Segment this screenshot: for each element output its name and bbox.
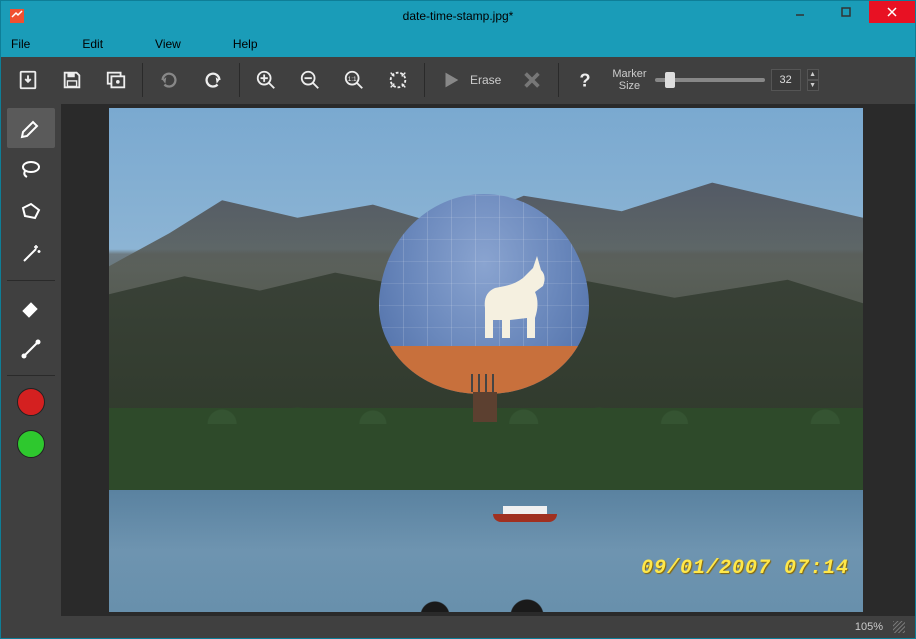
minimize-icon xyxy=(794,6,806,18)
svg-text:?: ? xyxy=(580,70,591,91)
svg-text:1:1: 1:1 xyxy=(348,76,357,83)
slider-thumb[interactable] xyxy=(665,72,675,88)
marker-size-control: Marker Size ▲ ▼ xyxy=(612,68,818,92)
separator xyxy=(239,63,240,97)
maximize-icon xyxy=(840,6,852,18)
color-green-button[interactable] xyxy=(7,424,55,464)
close-icon xyxy=(886,6,898,18)
marker-size-label: Marker Size xyxy=(612,68,646,92)
marker-size-slider[interactable] xyxy=(655,78,765,82)
zoom-actual-icon: 1:1 xyxy=(343,69,365,91)
menu-file[interactable]: File xyxy=(11,37,30,51)
marker-tool-button[interactable] xyxy=(7,108,55,148)
minimize-button[interactable] xyxy=(777,1,823,23)
save-button[interactable] xyxy=(51,59,93,101)
lasso-icon xyxy=(19,158,43,182)
window-controls xyxy=(777,1,915,31)
help-button[interactable]: ? xyxy=(564,59,606,101)
marker-icon xyxy=(19,116,43,140)
zoom-level: 105% xyxy=(855,621,883,633)
menu-edit[interactable]: Edit xyxy=(82,37,103,51)
red-swatch-icon xyxy=(17,388,45,416)
zoom-out-button[interactable] xyxy=(289,59,331,101)
play-icon xyxy=(440,69,462,91)
menubar: File Edit View Help xyxy=(1,31,915,57)
cancel-icon xyxy=(521,69,543,91)
polygon-icon xyxy=(19,200,43,224)
people-silhouette xyxy=(389,586,619,612)
save-icon xyxy=(61,69,83,91)
maximize-button[interactable] xyxy=(823,1,869,23)
color-red-button[interactable] xyxy=(7,382,55,422)
erase-run-button[interactable] xyxy=(430,59,472,101)
spin-down-button[interactable]: ▼ xyxy=(807,80,819,91)
eraser-icon xyxy=(19,295,43,319)
app-icon xyxy=(9,8,25,24)
main-toolbar: 1:1 Erase ? Marker Size ▲ xyxy=(1,57,915,105)
eraser-tool-button[interactable] xyxy=(7,287,55,327)
separator xyxy=(142,63,143,97)
zoom-out-icon xyxy=(299,69,321,91)
menu-view[interactable]: View xyxy=(155,37,181,51)
marker-label-2: Size xyxy=(612,80,646,92)
workarea: 09/01/2007 07:14 xyxy=(1,104,915,616)
boat-cabin xyxy=(503,506,547,514)
undo-icon xyxy=(158,69,180,91)
separator xyxy=(7,280,55,281)
green-swatch-icon xyxy=(17,430,45,458)
date-time-stamp: 09/01/2007 07:14 xyxy=(641,557,849,580)
zoom-fit-icon xyxy=(387,69,409,91)
zoom-in-button[interactable] xyxy=(245,59,287,101)
balloon-basket xyxy=(473,392,497,422)
unicorn-icon xyxy=(465,248,575,348)
app-window: date-time-stamp.jpg* File Edit View Help xyxy=(0,0,916,639)
help-icon: ? xyxy=(574,69,596,91)
resize-grip[interactable] xyxy=(893,621,905,633)
magic-wand-button[interactable] xyxy=(7,234,55,274)
open-button[interactable] xyxy=(7,59,49,101)
zoom-actual-button[interactable]: 1:1 xyxy=(333,59,375,101)
marker-label-1: Marker xyxy=(612,68,646,80)
boat-hull xyxy=(493,514,557,522)
titlebar: date-time-stamp.jpg* xyxy=(1,1,915,31)
line-tool-button[interactable] xyxy=(7,329,55,369)
separator xyxy=(558,63,559,97)
undo-button[interactable] xyxy=(148,59,190,101)
polygon-tool-button[interactable] xyxy=(7,192,55,232)
close-button[interactable] xyxy=(869,1,915,23)
lasso-tool-button[interactable] xyxy=(7,150,55,190)
separator xyxy=(7,375,55,376)
zoom-in-icon xyxy=(255,69,277,91)
balloon-envelope xyxy=(379,194,589,394)
boat xyxy=(493,506,557,522)
redo-icon xyxy=(202,69,224,91)
cancel-button[interactable] xyxy=(511,59,553,101)
erase-label[interactable]: Erase xyxy=(470,73,501,87)
compare-icon xyxy=(105,69,127,91)
marker-size-spinner: ▲ ▼ xyxy=(807,69,819,91)
magic-wand-icon xyxy=(19,242,43,266)
zoom-fit-button[interactable] xyxy=(377,59,419,101)
separator xyxy=(424,63,425,97)
hot-air-balloon xyxy=(379,194,589,434)
marker-size-input[interactable] xyxy=(771,69,801,91)
side-toolbar xyxy=(1,104,61,616)
spin-up-button[interactable]: ▲ xyxy=(807,69,819,80)
menu-help[interactable]: Help xyxy=(233,37,258,51)
line-icon xyxy=(19,337,43,361)
canvas-area[interactable]: 09/01/2007 07:14 xyxy=(61,104,915,616)
open-icon xyxy=(17,69,39,91)
statusbar: 105% xyxy=(1,616,915,638)
image-canvas[interactable]: 09/01/2007 07:14 xyxy=(109,108,863,612)
redo-button[interactable] xyxy=(192,59,234,101)
original-view-button[interactable] xyxy=(95,59,137,101)
